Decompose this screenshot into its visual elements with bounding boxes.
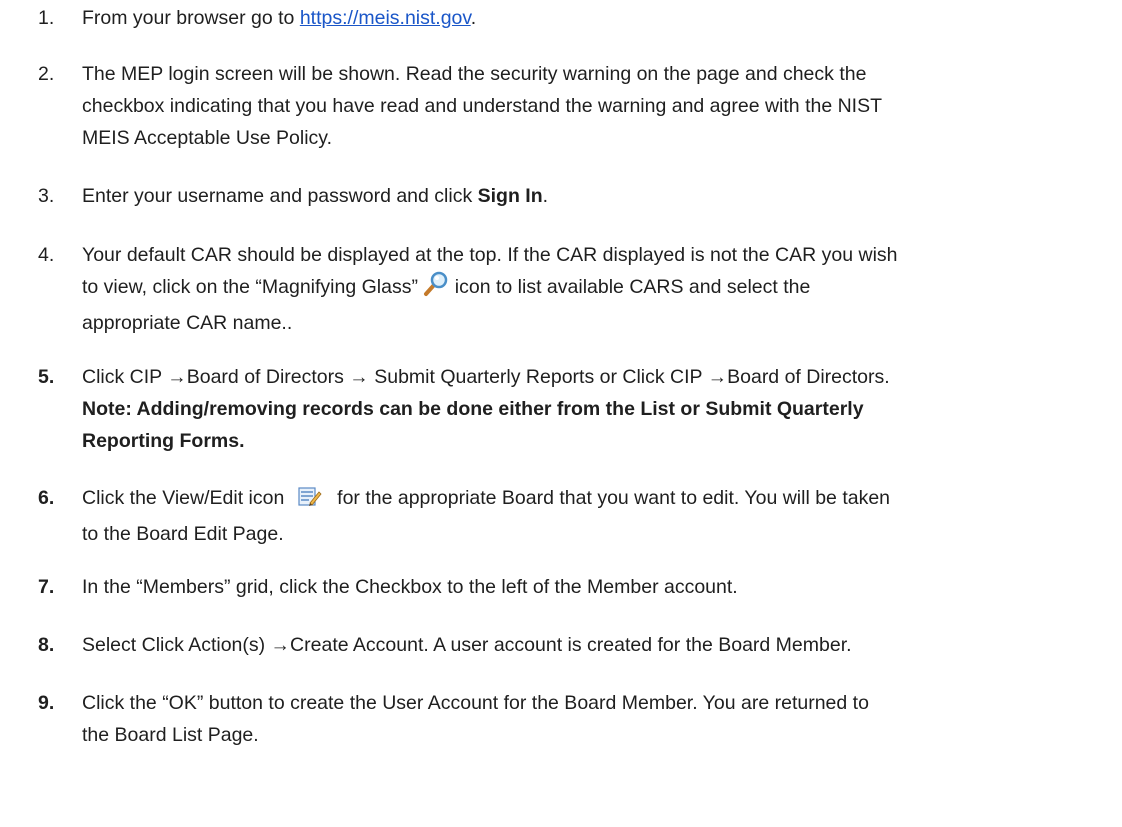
step-number: 8. <box>38 634 55 656</box>
step-text-part: . <box>542 185 549 207</box>
step-number: 2. <box>38 63 55 85</box>
step-line: to the Board Edit Page. <box>82 523 284 545</box>
step-text-part: to view, click on the “Magnifying Glass” <box>82 276 424 298</box>
view-edit-icon <box>298 486 322 518</box>
step-line: appropriate CAR name.. <box>82 312 293 334</box>
step-line: Click the “OK” button to create the User… <box>82 692 869 714</box>
step-text: Click CIP →Board of Directors → Submit Q… <box>82 361 1098 457</box>
step-text-part: icon to list available CARS and select t… <box>449 276 811 298</box>
note-line: Note: Adding/removing records can be don… <box>82 398 864 420</box>
step-text: Select Click Action(s) →Create Account. … <box>82 634 852 656</box>
step-text-part: . <box>470 7 477 29</box>
step-line: MEIS Acceptable Use Policy. <box>82 127 332 149</box>
step-number: 4. <box>38 244 55 266</box>
step-number: 5. <box>38 366 55 388</box>
step-number: 1. <box>38 7 55 29</box>
step-text-part: Click the View/Edit icon <box>82 487 290 509</box>
step-text: Enter your username and password and cli… <box>82 180 1098 212</box>
step-text: Your default CAR should be displayed at … <box>82 239 1098 339</box>
step-line: Click the View/Edit icon for the appropr… <box>82 482 1098 518</box>
step-text: In the “Members” grid, click the Checkbo… <box>82 576 738 598</box>
step-line: checkbox indicating that you have read a… <box>82 95 883 117</box>
step-line: the Board List Page. <box>82 724 259 746</box>
sign-in-label: Sign In <box>477 185 543 207</box>
step-text-part: From your browser go to <box>82 7 300 29</box>
note-line: Reporting Forms. <box>82 430 245 452</box>
step-number: 6. <box>38 487 55 509</box>
step-line: to view, click on the “Magnifying Glass”… <box>82 271 1098 307</box>
step-note: Reporting Forms. <box>82 425 1098 457</box>
meis-link[interactable]: https://meis.nist.gov <box>300 7 471 29</box>
step-line: Your default CAR should be displayed at … <box>82 244 898 266</box>
magnifying-glass-icon <box>423 271 449 307</box>
step-text: The MEP login screen will be shown. Read… <box>82 58 1098 154</box>
step-text: From your browser go to https://meis.nis… <box>82 2 1098 34</box>
step-line: Click CIP →Board of Directors → Submit Q… <box>82 366 890 388</box>
step-text-part: for the appropriate Board that you want … <box>331 487 891 509</box>
step-number: 9. <box>38 692 55 714</box>
step-line: The MEP login screen will be shown. Read… <box>82 63 867 85</box>
step-text-part: Enter your username and password and cli… <box>82 185 478 207</box>
step-text: Click the View/Edit icon for the appropr… <box>82 482 1098 550</box>
step-text: Click the “OK” button to create the User… <box>82 687 1098 751</box>
step-number: 7. <box>38 576 55 598</box>
step-number: 3. <box>38 185 55 207</box>
step-note: Note: Adding/removing records can be don… <box>82 393 1098 425</box>
